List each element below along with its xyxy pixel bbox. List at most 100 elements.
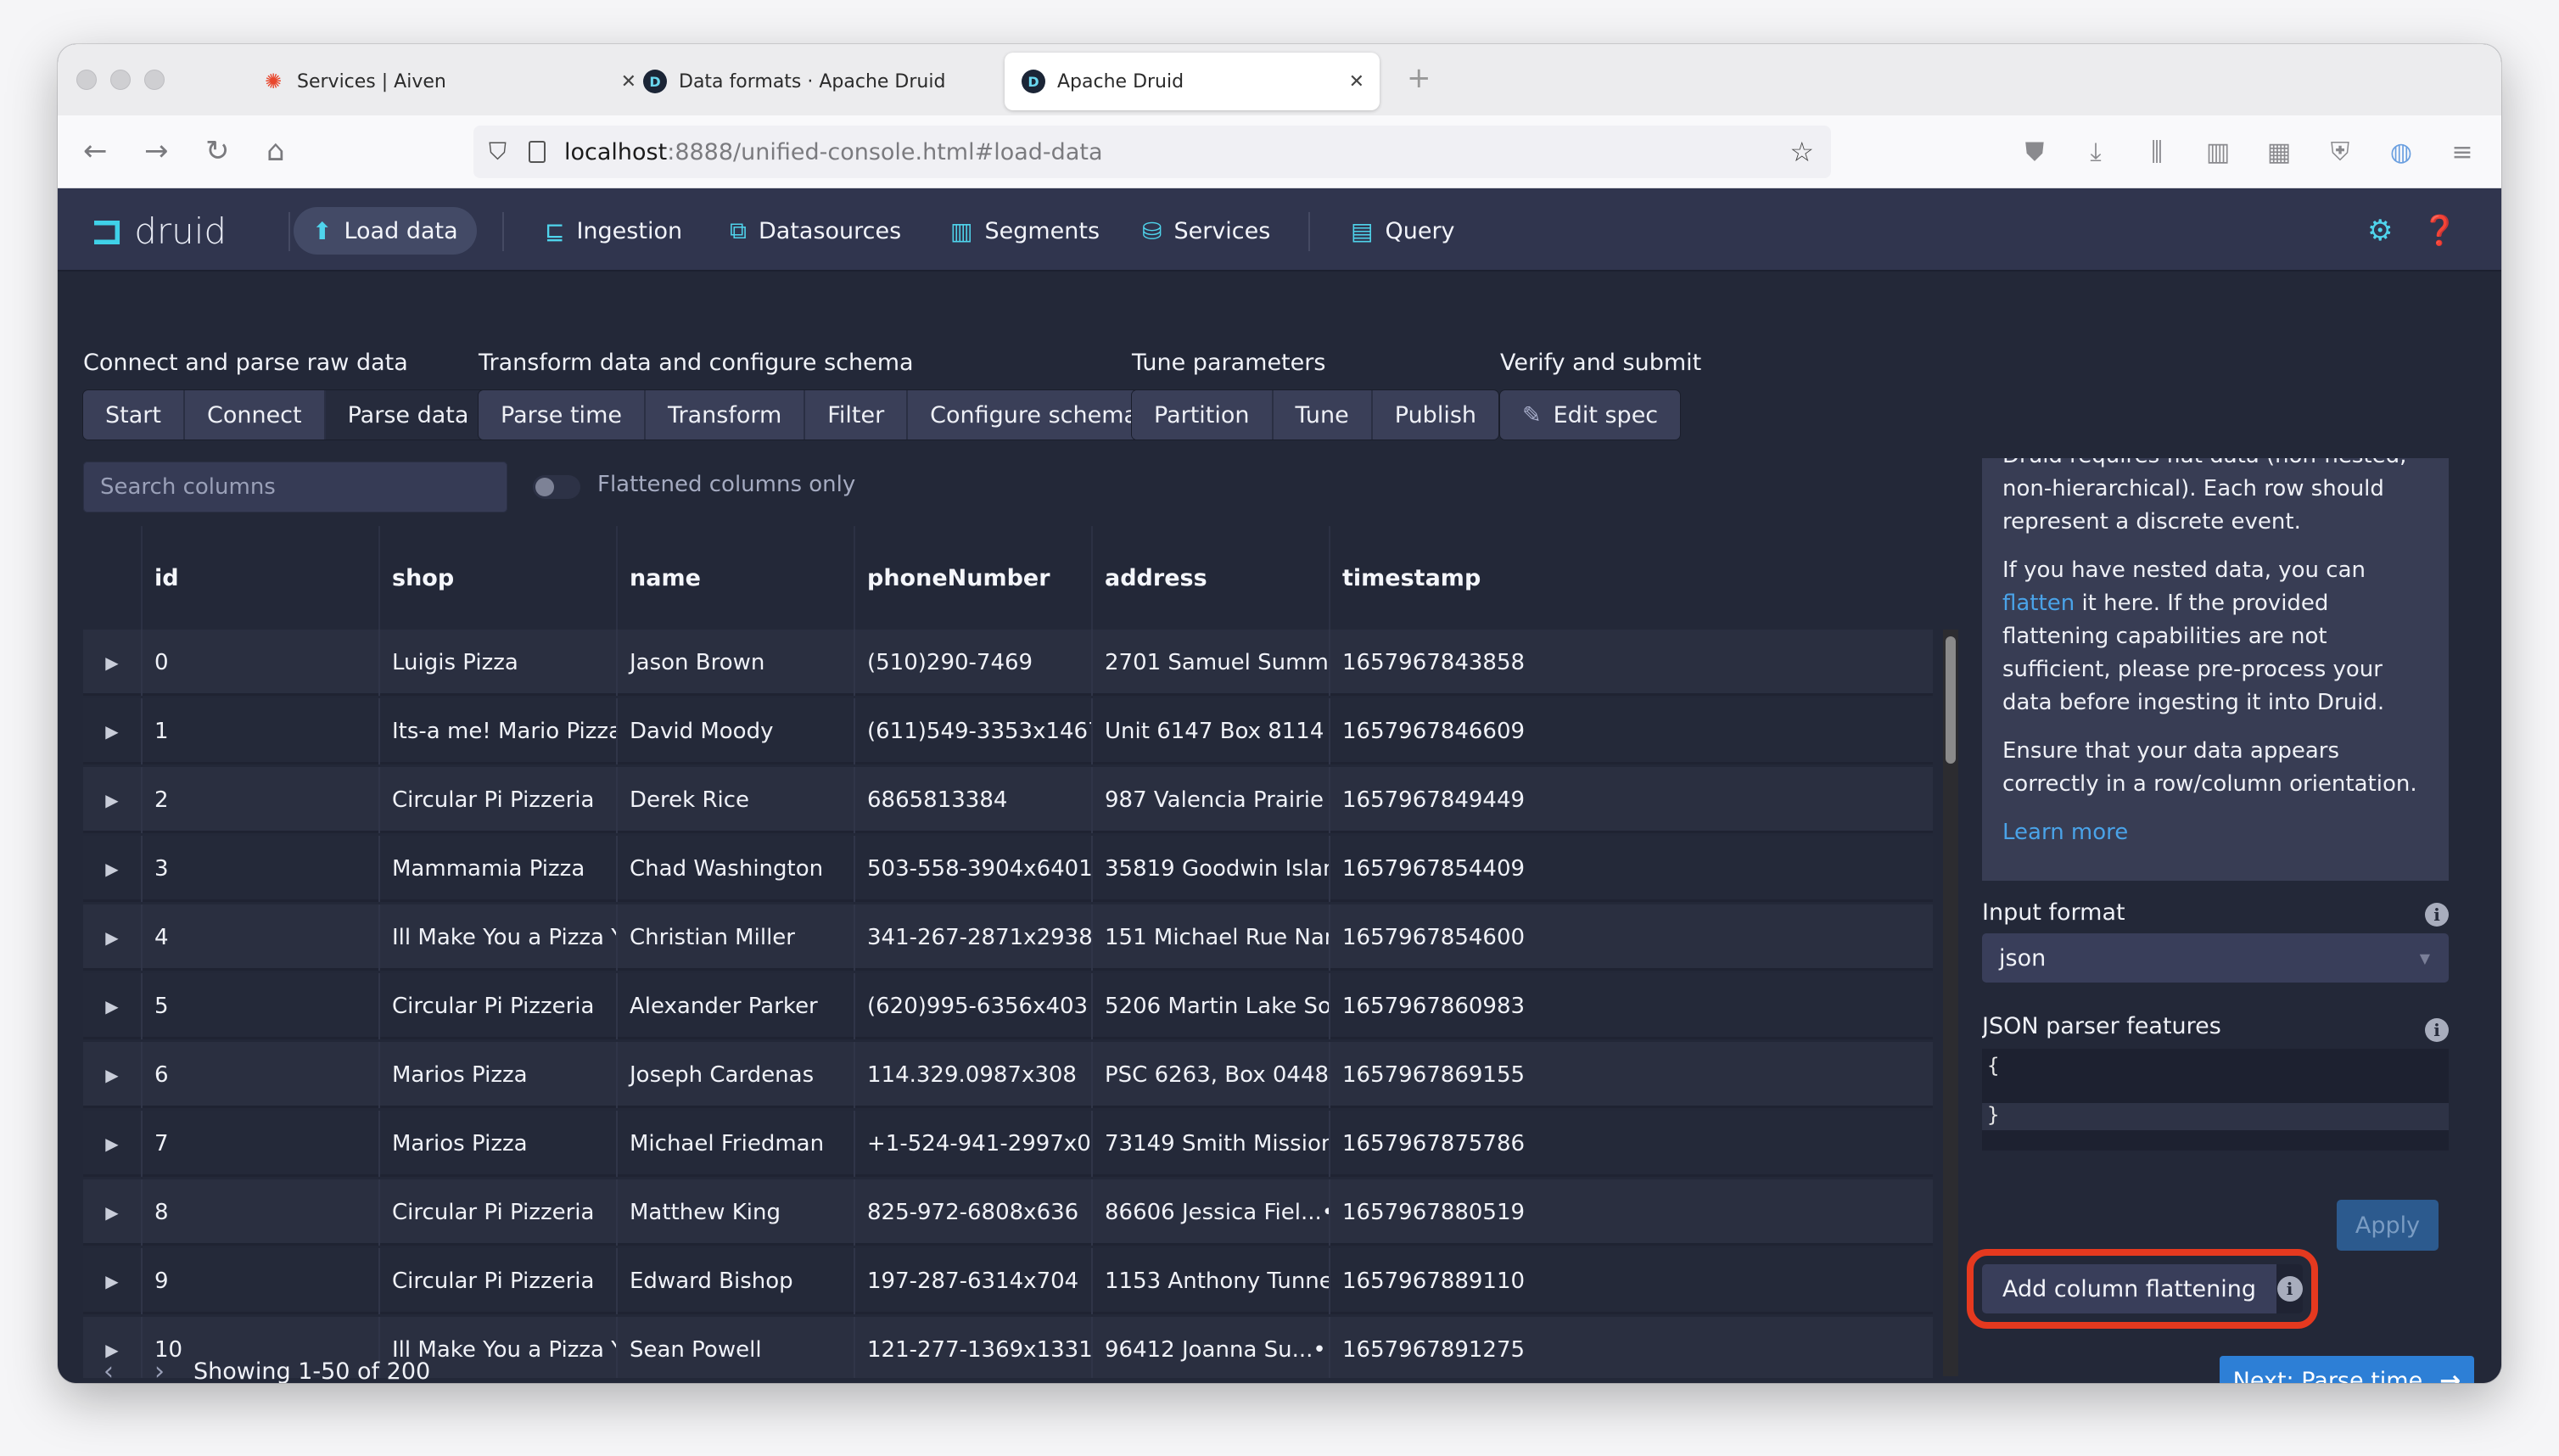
ublock-icon[interactable]: ⛨ bbox=[2325, 137, 2355, 167]
cell-name: Christian Miller bbox=[616, 904, 854, 971]
address-bar[interactable]: ⛉ localhost:8888/unified-console.html#lo… bbox=[473, 126, 1831, 178]
expand-row-icon[interactable]: ▶ bbox=[83, 767, 141, 833]
cell-timestamp: 1657967860983 bbox=[1329, 973, 1933, 1039]
expand-row-icon[interactable]: ▶ bbox=[83, 1042, 141, 1108]
back-arrow-icon[interactable]: ← bbox=[83, 134, 108, 168]
column-header-address[interactable]: address bbox=[1091, 526, 1329, 630]
table-row[interactable]: ▶ 7 Marios Pizza Michael Friedman +1-524-941… bbox=[83, 1111, 1933, 1177]
nav-services[interactable]: ⛁ Services bbox=[1123, 207, 1289, 255]
callout-text: Ensure that your data appears correctly … bbox=[2002, 738, 2417, 797]
reader-view-icon[interactable]: ▥ bbox=[2203, 137, 2233, 167]
expand-row-icon[interactable]: ▶ bbox=[83, 904, 141, 971]
minimize-window-button[interactable] bbox=[110, 70, 131, 90]
expand-row-icon[interactable]: ▶ bbox=[83, 1179, 141, 1246]
cell-phonenumber: (620)995-6356x403 bbox=[854, 973, 1091, 1039]
active-code-line: } bbox=[1982, 1103, 2449, 1130]
table-row[interactable]: ▶ 1 Its-a me! Mario Pizza! David Moody (611)… bbox=[83, 698, 1933, 764]
info-icon[interactable]: i bbox=[2425, 1018, 2449, 1042]
nav-datasources[interactable]: ⧉ Datasources bbox=[711, 207, 920, 255]
step-start[interactable]: Start bbox=[83, 390, 185, 440]
nav-load-data[interactable]: ⬆ Load data bbox=[294, 207, 477, 255]
extensions-icon[interactable]: ▦ bbox=[2264, 137, 2294, 167]
pocket-icon[interactable]: ⛊ bbox=[2019, 137, 2050, 167]
bookmark-star-icon[interactable]: ☆ bbox=[1789, 136, 1814, 168]
expand-row-icon[interactable]: ▶ bbox=[83, 973, 141, 1039]
table-row[interactable]: ▶ 2 Circular Pi Pizzeria Derek Rice 68658133… bbox=[83, 767, 1933, 833]
info-icon[interactable]: i bbox=[2425, 903, 2449, 927]
step-transform[interactable]: Transform bbox=[645, 390, 806, 440]
table-row[interactable]: ▶ 9 Circular Pi Pizzeria Edward Bishop 197-2… bbox=[83, 1248, 1933, 1314]
prev-page-button[interactable]: ‹ bbox=[83, 1357, 134, 1384]
browser-tab-aiven[interactable]: ✺ Services | Aiven ✕ bbox=[244, 53, 652, 110]
column-header-name[interactable]: name bbox=[616, 526, 854, 630]
help-icon[interactable]: ❓ bbox=[2422, 214, 2457, 248]
expand-row-icon[interactable]: ▶ bbox=[83, 698, 141, 764]
flatten-link[interactable]: flatten bbox=[2002, 591, 2075, 616]
nav-segments[interactable]: ▥ Segments bbox=[932, 207, 1118, 255]
cell-phonenumber: 121-277-1369x1331 bbox=[854, 1317, 1091, 1378]
next-parse-time-button[interactable]: Next: Parse time → bbox=[2220, 1356, 2474, 1383]
nav-query[interactable]: ▤ Query bbox=[1332, 207, 1474, 255]
step-parse-data[interactable]: Parse data bbox=[325, 390, 491, 440]
nav-ingestion[interactable]: ⊑ Ingestion bbox=[526, 207, 701, 255]
column-header-id[interactable]: id bbox=[141, 526, 378, 630]
cell-timestamp: 1657967875786 bbox=[1329, 1111, 1933, 1177]
reload-icon[interactable]: ↻ bbox=[205, 134, 230, 168]
lockwise-icon[interactable]: ◍ bbox=[2386, 137, 2416, 167]
step-parse-time[interactable]: Parse time bbox=[479, 390, 646, 440]
browser-tab-data-formats[interactable]: D Data formats · Apache Druid ✕ bbox=[626, 53, 1050, 110]
column-header-shop[interactable]: shop bbox=[378, 526, 616, 630]
close-tab-icon[interactable]: ✕ bbox=[1349, 71, 1364, 92]
step-tune[interactable]: Tune bbox=[1273, 390, 1373, 440]
step-partition[interactable]: Partition bbox=[1132, 390, 1274, 440]
search-columns-input[interactable]: Search columns bbox=[83, 462, 507, 512]
table-row[interactable]: ▶ 6 Marios Pizza Joseph Cardenas 114.329.098… bbox=[83, 1042, 1933, 1108]
table-row[interactable]: ▶ 5 Circular Pi Pizzeria Alexander Parker (6… bbox=[83, 973, 1933, 1039]
zoom-window-button[interactable] bbox=[144, 70, 165, 90]
table-scrollbar-thumb[interactable] bbox=[1946, 636, 1956, 764]
table-row[interactable]: ▶ 3 Mammamia Pizza Chad Washington 503-558-3… bbox=[83, 836, 1933, 902]
download-icon[interactable]: ⤓ bbox=[2080, 137, 2111, 167]
cell-timestamp: 1657967889110 bbox=[1329, 1248, 1933, 1314]
menu-icon[interactable]: ≡ bbox=[2447, 137, 2478, 167]
settings-gear-icon[interactable]: ⚙ bbox=[2367, 214, 2393, 248]
expand-row-icon[interactable]: ▶ bbox=[83, 836, 141, 902]
browser-tab-apache-druid[interactable]: D Apache Druid ✕ bbox=[1005, 53, 1380, 110]
cell-id: 9 bbox=[141, 1248, 378, 1314]
druid-favicon-icon: D bbox=[1022, 70, 1045, 93]
add-column-flattening-button[interactable]: Add column flattening bbox=[1982, 1264, 2277, 1313]
table-row[interactable]: ▶ 0 Luigis Pizza Jason Brown (510)290-7469 27… bbox=[83, 630, 1933, 696]
step-configure-schema[interactable]: Configure schema bbox=[908, 390, 1161, 440]
next-page-button[interactable]: › bbox=[134, 1357, 185, 1384]
step-edit-spec[interactable]: ✎ Edit spec bbox=[1500, 390, 1681, 440]
step-publish[interactable]: Publish bbox=[1372, 390, 1499, 440]
close-window-button[interactable] bbox=[76, 70, 97, 90]
expand-row-icon[interactable]: ▶ bbox=[83, 1111, 141, 1177]
column-header-timestamp[interactable]: timestamp bbox=[1329, 526, 1933, 630]
forward-arrow-icon[interactable]: → bbox=[144, 134, 169, 168]
arrow-right-icon: → bbox=[2439, 1365, 2461, 1384]
library-icon[interactable]: ⫼ bbox=[2142, 137, 2172, 167]
druid-logo[interactable]: ⊐ druid bbox=[90, 207, 227, 255]
apply-button[interactable]: Apply bbox=[2337, 1200, 2439, 1251]
shield-icon[interactable]: ⛉ bbox=[489, 137, 507, 166]
flattening-info-button[interactable]: i bbox=[2276, 1264, 2303, 1313]
column-header-phonenumber[interactable]: phoneNumber bbox=[854, 526, 1091, 630]
expand-row-icon[interactable]: ▶ bbox=[83, 1248, 141, 1314]
cell-address: Unit 6147 Box 8114 DPO bbox=[1091, 698, 1329, 764]
home-icon[interactable]: ⌂ bbox=[266, 134, 285, 168]
table-scrollbar[interactable] bbox=[1943, 630, 1958, 1376]
json-parser-features-editor[interactable]: { } bbox=[1982, 1049, 2449, 1151]
expand-row-icon[interactable]: ▶ bbox=[83, 630, 141, 696]
table-row[interactable]: ▶4Ill Make You a Pizza YouChristian Mill… bbox=[83, 904, 1933, 971]
step-filter[interactable]: Filter bbox=[805, 390, 909, 440]
learn-more-link[interactable]: Learn more bbox=[2002, 820, 2128, 845]
new-tab-button[interactable]: + bbox=[1407, 61, 1431, 95]
step-connect[interactable]: Connect bbox=[184, 390, 326, 440]
flattened-columns-toggle[interactable] bbox=[533, 475, 580, 499]
table-row[interactable]: ▶ 8 Circular Pi Pizzeria Matthew King 825-97… bbox=[83, 1179, 1933, 1246]
input-format-select[interactable]: json ▼ bbox=[1982, 933, 2449, 983]
cell-phonenumber: 114.329.0987x308 bbox=[854, 1042, 1091, 1108]
callout-text: non-hierarchical). Each row should repre… bbox=[2002, 476, 2384, 535]
cell-address: 35819 Goodwin Island bbox=[1091, 836, 1329, 902]
